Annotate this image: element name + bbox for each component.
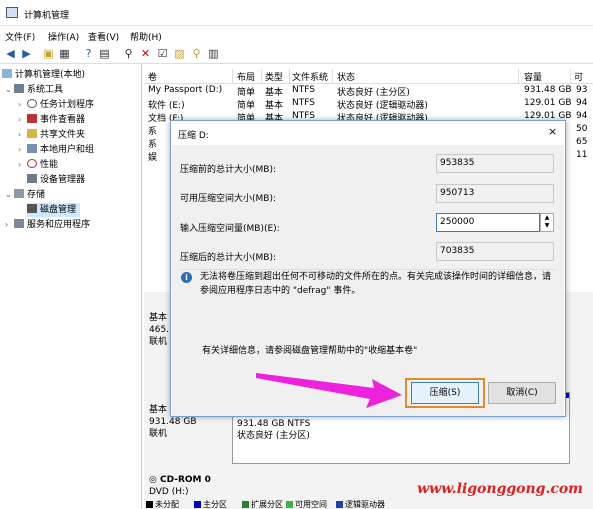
column-status[interactable]: 状态 (337, 70, 355, 83)
shrink-button[interactable]: 压缩(S) (411, 382, 479, 404)
collapse-icon[interactable]: › (18, 143, 27, 157)
menu-file[interactable]: 文件(F) (5, 30, 35, 43)
legend-logical: 逻辑驱动器 (336, 499, 385, 509)
performance-icon (27, 159, 37, 168)
computer-icon (2, 69, 12, 78)
collapse-icon[interactable]: › (18, 113, 27, 127)
column-capacity[interactable]: 容量 (524, 70, 542, 83)
total-after-field: 703835 (436, 242, 554, 261)
cancel-button[interactable]: 取消(C) (488, 382, 556, 404)
table-row[interactable]: 软件 (E:) 简单 基本 NTFS 状态良好 (逻辑驱动器) 129.01 G… (144, 98, 593, 111)
cdrom-info[interactable]: ◎ CD-ROM 0 DVD (H:) (149, 474, 229, 498)
disk-icon (27, 204, 37, 213)
help-text: 有关详细信息，请参阅磁盘管理帮助中的"收缩基本卷" (202, 346, 418, 356)
tree-local-users[interactable]: › 本地用户和组 (18, 143, 94, 157)
legend-free: 可用空间 (286, 499, 327, 509)
navigation-tree: 计算机管理(本地) ⌄ 系统工具 › 任务计划程序 › 事件查看器 › 共享文件夹 › 本… (0, 64, 142, 509)
check-icon[interactable]: ☑ (156, 47, 169, 60)
back-icon[interactable]: ◀ (4, 47, 17, 60)
close-icon[interactable]: × (548, 125, 557, 138)
storage-icon (14, 189, 24, 198)
tree-event-viewer[interactable]: › 事件查看器 (18, 113, 85, 127)
collapse-icon[interactable]: › (18, 158, 27, 172)
open-icon[interactable]: ▨ (173, 47, 186, 60)
column-type[interactable]: 类型 (265, 70, 283, 83)
volume-name: 娱 (148, 153, 158, 163)
collapse-icon[interactable]: › (18, 98, 27, 112)
stepper-down-icon[interactable]: ▼ (541, 222, 553, 230)
tree-shared-folders[interactable]: › 共享文件夹 (18, 128, 85, 142)
tree-task-scheduler[interactable]: › 任务计划程序 (18, 98, 94, 112)
tree-disk-management[interactable]: 磁盘管理 (27, 203, 81, 217)
legend: 未分配 主分区 扩展分区 可用空间 逻辑驱动器 (144, 499, 593, 509)
expand-icon[interactable]: ⌄ (5, 188, 14, 202)
amount-stepper[interactable]: ▲ ▼ (540, 213, 554, 232)
amount-label: 输入压缩空间量(MB)(E): (180, 224, 280, 234)
forward-icon[interactable]: ▶ (20, 47, 33, 60)
watermark: www.ligonggong.com (417, 481, 583, 497)
computer-management-icon (6, 7, 18, 18)
tree-performance[interactable]: › 性能 (18, 158, 58, 172)
export-icon[interactable]: ▥ (207, 47, 220, 60)
arrow-annotation (256, 373, 402, 408)
toolbar: ◀ ▶ ▣ ▦ ? ▤ ⚲ ✕ ☑ ▨ ⚲ ▥ (0, 44, 593, 64)
volume-name: 系 (148, 140, 158, 150)
available-label: 可用压缩空间大小(MB): (180, 194, 276, 204)
volume-name: My Passport (D:) (148, 85, 223, 95)
available-field: 950713 (436, 184, 554, 203)
column-volume[interactable]: 卷 (148, 70, 157, 83)
expand-icon[interactable]: ⌄ (5, 83, 14, 97)
volume-list-header: 卷 布局 类型 文件系统 状态 容量 可 (144, 68, 593, 84)
shared-folder-icon (27, 129, 37, 138)
title-bar: 计算机管理 (0, 0, 593, 26)
delete-icon[interactable]: ✕ (139, 47, 152, 60)
menu-view[interactable]: 查看(V) (88, 30, 119, 43)
folder-up-icon[interactable]: ▣ (42, 47, 55, 60)
device-manager-icon (27, 174, 37, 183)
shrink-amount-input[interactable]: 250000 (436, 213, 540, 232)
tree-device-manager[interactable]: 设备管理器 (27, 173, 85, 187)
collapse-icon[interactable]: › (5, 218, 14, 232)
search-icon[interactable]: ⚲ (190, 47, 203, 60)
window-title: 计算机管理 (24, 11, 70, 21)
menu-bar: 文件(F) 操作(A) 查看(V) 帮助(H) (0, 27, 593, 44)
info-text: 无法将卷压缩到超出任何不可移动的文件所在的点。有关完成该操作时间的详细信息，请参… (200, 272, 552, 296)
clock-icon (27, 99, 37, 108)
info-icon: i (181, 272, 192, 283)
stepper-up-icon[interactable]: ▲ (541, 214, 553, 222)
event-viewer-icon (27, 114, 37, 123)
volume-name: 软件 (E:) (148, 101, 185, 111)
users-icon (27, 144, 37, 153)
legend-extended: 扩展分区 (242, 499, 283, 509)
menu-help[interactable]: 帮助(H) (130, 30, 162, 43)
tree-services[interactable]: › 服务和应用程序 (5, 218, 90, 232)
column-free[interactable]: 可 (574, 70, 583, 83)
table-row[interactable]: My Passport (D:) 简单 基本 NTFS 状态良好 (主分区) 9… (144, 85, 593, 98)
legend-unallocated: 未分配 (146, 499, 179, 509)
collapse-icon[interactable]: › (18, 128, 27, 142)
connect-icon[interactable]: ⚲ (122, 47, 135, 60)
tree-storage[interactable]: ⌄ 存储 (5, 188, 45, 202)
dialog-title: 压缩 D: (178, 131, 209, 141)
menu-action[interactable]: 操作(A) (48, 30, 79, 43)
column-filesystem[interactable]: 文件系统 (292, 70, 328, 83)
total-after-label: 压缩后的总计大小(MB): (180, 253, 276, 263)
total-before-label: 压缩前的总计大小(MB): (180, 165, 276, 175)
properties-icon[interactable]: ▤ (98, 47, 111, 60)
volume-name: 系 (148, 127, 158, 137)
tree-system-tools[interactable]: ⌄ 系统工具 (5, 83, 63, 97)
show-tree-icon[interactable]: ▦ (58, 47, 71, 60)
legend-primary: 主分区 (194, 499, 227, 509)
cdrom-icon: ◎ (149, 475, 157, 485)
tree-root[interactable]: 计算机管理(本地) (2, 68, 85, 82)
column-layout[interactable]: 布局 (237, 70, 255, 83)
tools-icon (14, 84, 24, 93)
services-icon (14, 219, 24, 228)
total-before-field: 953835 (436, 154, 554, 173)
help-icon[interactable]: ? (82, 47, 95, 60)
